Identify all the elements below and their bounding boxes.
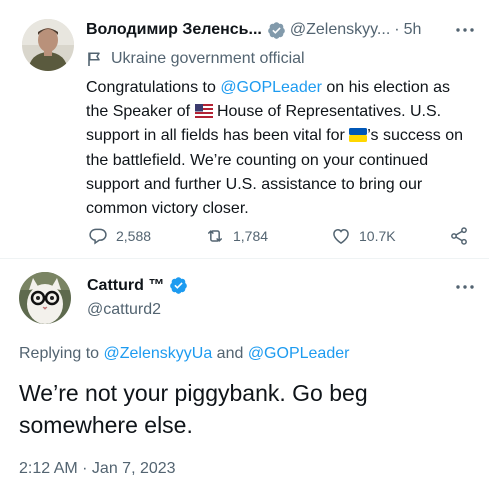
more-icon[interactable] bbox=[454, 276, 476, 298]
mention-link[interactable]: @GOPLeader bbox=[220, 79, 322, 96]
like-icon bbox=[333, 228, 349, 244]
like-button[interactable]: 10.7K bbox=[331, 223, 396, 249]
reply-icon bbox=[89, 228, 107, 245]
like-count: 10.7K bbox=[359, 228, 396, 244]
mention-link[interactable]: @GOPLeader bbox=[248, 345, 350, 362]
share-button[interactable] bbox=[449, 223, 477, 249]
replying-and: and bbox=[212, 345, 248, 362]
verified-badge-icon bbox=[170, 277, 188, 294]
share-icon bbox=[451, 227, 467, 245]
retweet-button[interactable]: 1,784 bbox=[205, 223, 268, 249]
author-handle-catturd[interactable]: @catturd2 bbox=[87, 301, 161, 319]
replying-to: Replying to @ZelenskyyUa and @GOPLeader bbox=[19, 345, 349, 363]
replying-prefix: Replying to bbox=[19, 345, 104, 362]
separator: · bbox=[394, 21, 400, 38]
tweet1-text: Congratulations to @GOPLeader on his ele… bbox=[86, 76, 472, 221]
government-label-text: Ukraine government official bbox=[111, 50, 305, 67]
retweet-icon bbox=[208, 230, 222, 242]
author-handle[interactable]: @Zelenskyy... bbox=[290, 21, 390, 39]
government-label[interactable]: Ukraine government official bbox=[86, 49, 305, 69]
us-flag-emoji bbox=[194, 104, 213, 119]
retweet-count: 1,784 bbox=[233, 228, 269, 244]
tweet1-text-part: Congratulations to bbox=[86, 79, 221, 96]
tweet2-text: We’re not your piggybank. Go beg somewhe… bbox=[19, 380, 368, 438]
tweet1-actions: 2,588 1,784 10.7K bbox=[86, 223, 476, 249]
tweet-time[interactable]: 5h bbox=[404, 21, 422, 39]
avatar-catturd[interactable] bbox=[19, 272, 71, 324]
more-icon[interactable] bbox=[454, 19, 476, 41]
mention-link[interactable]: @ZelenskyyUa bbox=[104, 345, 213, 362]
author-name-catturd[interactable]: Catturd ™ bbox=[87, 276, 192, 295]
author-name[interactable]: Володимир Зеленсь... bbox=[86, 21, 262, 39]
avatar-zelensky[interactable] bbox=[22, 19, 74, 71]
verified-badge-icon bbox=[268, 21, 285, 39]
government-flag-icon bbox=[88, 52, 100, 66]
author-name-text: Catturd ™ bbox=[87, 276, 165, 294]
tweet1-header: Володимир Зеленсь... @Zelenskyy... · 5h bbox=[86, 19, 476, 41]
reply-count: 2,588 bbox=[116, 228, 152, 244]
reply-button[interactable]: 2,588 bbox=[88, 223, 151, 249]
ukraine-flag-emoji bbox=[349, 128, 368, 143]
divider bbox=[0, 258, 489, 259]
tweet-timestamp[interactable]: 2:12 AM · Jan 7, 2023 bbox=[19, 460, 176, 478]
